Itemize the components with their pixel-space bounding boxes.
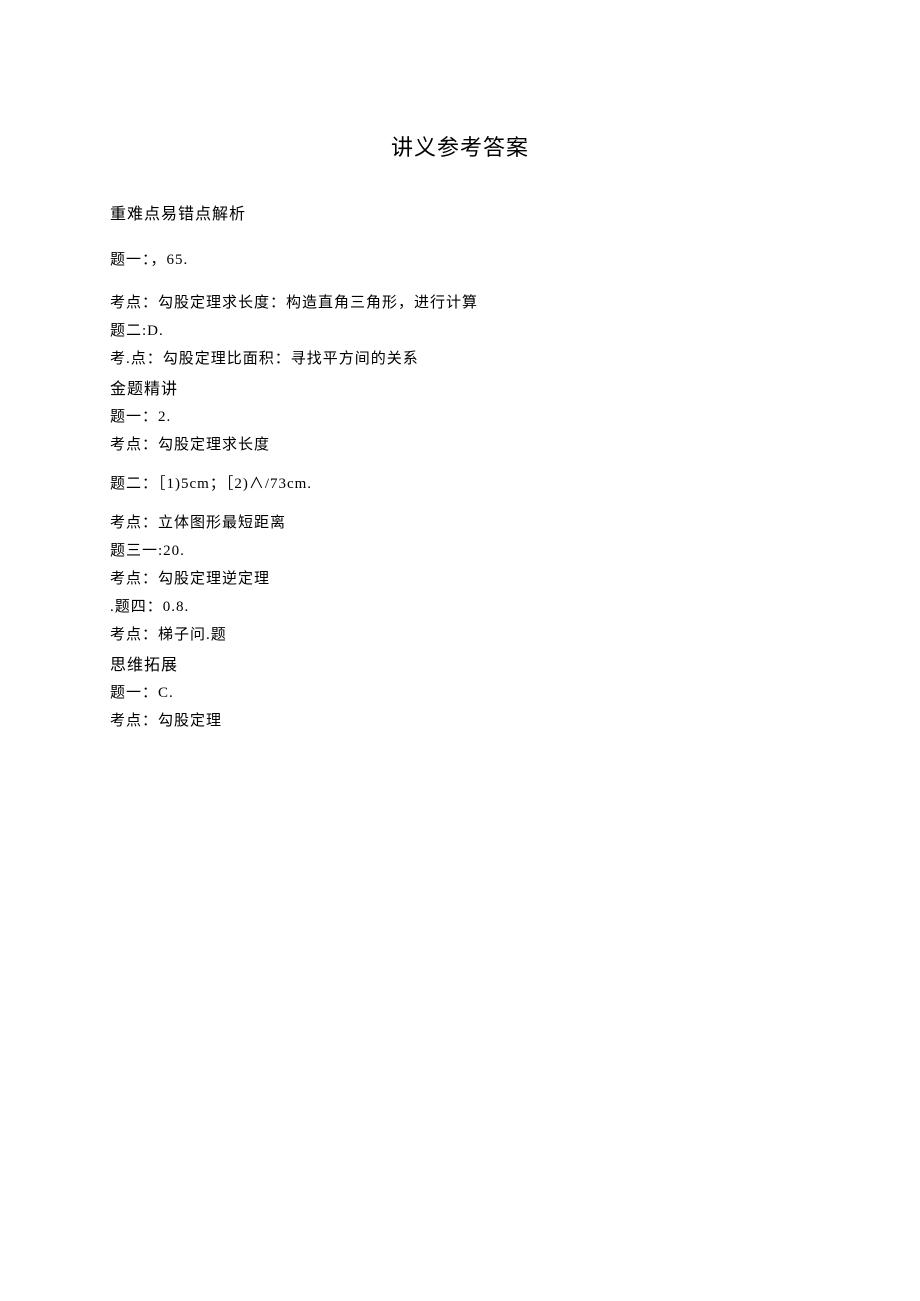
section-2-heading: 金题精讲 [110,375,810,399]
section-2-q3-point: 考点：勾股定理逆定理 [110,567,810,588]
section-2-q2-point: 考点：立体图形最短距离 [110,511,810,532]
section-2-q1-point: 考点：勾股定理求长度 [110,433,810,454]
section-2-q1: 题一：2. [110,405,810,426]
section-2-q3: 题三一:20. [110,539,810,560]
section-3-q1: 题一：C. [110,681,810,702]
section-1-q2-point: 考.点：勾股定理比面积：寻找平方间的关系 [110,347,810,368]
section-2-q4: .题四：0.8. [110,595,810,616]
section-2-q2: 题二：［1)5cm；［2)∧/73cm. [110,472,810,493]
section-1-q1-point: 考点：勾股定理求长度：构造直角三角形，进行计算 [110,291,810,312]
section-1-q2: 题二:D. [110,319,810,340]
section-2-q4-point: 考点：梯子问.题 [110,623,810,644]
page-title: 讲义参考答案 [110,130,810,162]
section-3-q1-point: 考点：勾股定理 [110,709,810,730]
section-1-q1: 题一：，65. [110,248,810,269]
section-3-heading: 思维拓展 [110,651,810,675]
section-1-heading: 重难点易错点解析 [110,200,810,224]
